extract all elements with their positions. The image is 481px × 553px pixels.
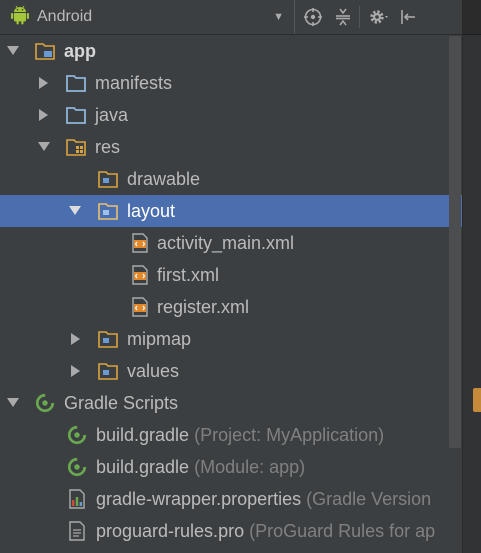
tree-item-hint: (ProGuard Rules for ap [249,520,436,541]
folder-icon [98,329,118,349]
tree-item-build-gradle-module[interactable]: build.gradle (Module: app) [0,451,462,483]
chevron-down-icon: ▼ [273,11,284,23]
locate-icon[interactable] [295,0,331,34]
tree-item-label: activity_main.xml [157,232,295,253]
tree-item-label: gradle-wrapper.properties [96,488,302,509]
properties-file-icon [67,489,87,509]
collapse-all-icon[interactable] [331,0,355,34]
folder-icon [98,361,118,381]
expanded-arrow-icon[interactable] [6,396,20,410]
text-file-icon [67,521,87,541]
xml-file-icon [130,233,150,253]
toolbar-separator [359,6,360,28]
expanded-arrow-icon[interactable] [37,140,51,154]
tree-item-label: manifests [95,72,173,93]
tree-item-hint: (Gradle Version [306,488,432,509]
tree-item-label: values [127,360,180,381]
tree-item-label: app [64,40,97,61]
android-icon [10,5,30,30]
tree-item-text: proguard-rules.pro (ProGuard Rules for ap [96,521,435,542]
tree-item-label: Gradle Scripts [64,392,179,413]
xml-file-icon [130,297,150,317]
tree-item-label: drawable [127,168,201,189]
folder-icon [66,105,86,125]
tree-item-layout[interactable]: layout [0,195,462,227]
editor-edge [462,0,481,553]
tree-item-label: java [95,104,129,125]
tree-item-manifests[interactable]: manifests [0,67,462,99]
tree-item-hint: (Module: app) [194,456,306,477]
tree-item-label: register.xml [157,296,250,317]
tree-item-label: res [95,136,121,157]
collapsed-arrow-icon[interactable] [69,332,83,346]
tree-item-label: build.gradle [96,456,190,477]
project-view-selector[interactable]: Android ▼ [0,0,295,34]
tree-item-first-xml[interactable]: first.xml [0,259,462,291]
tree-item-activity-main-xml[interactable]: activity_main.xml [0,227,462,259]
expanded-arrow-icon[interactable] [6,44,20,58]
tree-item-values[interactable]: values [0,355,462,387]
tree-item-text: build.gradle (Module: app) [96,457,305,478]
hide-panel-icon[interactable] [396,0,420,34]
tree-item-app[interactable]: app [0,35,462,67]
tree-item-mipmap[interactable]: mipmap [0,323,462,355]
resource-folder-icon [66,137,86,157]
xml-file-icon [130,265,150,285]
tree-item-label: first.xml [157,264,219,285]
folder-icon [98,169,118,189]
module-folder-icon [35,41,55,61]
gradle-icon [67,457,87,477]
tree-item-res[interactable]: res [0,131,462,163]
tree-item-gradle-wrapper-properties[interactable]: gradle-wrapper.properties (Gradle Version [0,483,462,515]
project-view-label: Android [37,8,93,25]
tree-item-gradle-scripts[interactable]: Gradle Scripts [0,387,462,419]
tree-item-label: proguard-rules.pro [96,520,245,541]
collapsed-arrow-icon[interactable] [37,108,51,122]
tree-item-label: layout [127,200,176,221]
gradle-icon [67,425,87,445]
expanded-arrow-icon[interactable] [68,204,82,218]
editor-marker [473,388,481,412]
editor-tab-strip [463,0,481,35]
tree-item-text: build.gradle (Project: MyApplication) [96,425,384,446]
tree-item-label: mipmap [127,328,192,349]
gradle-icon [35,393,55,413]
project-tree: app manifests java res drawable layout a… [0,35,462,547]
vertical-scrollbar[interactable] [449,36,461,448]
folder-icon [98,201,118,221]
project-toolbar: Android ▼ [0,0,462,35]
tree-item-text: gradle-wrapper.properties (Gradle Version [96,489,431,510]
tree-item-java[interactable]: java [0,99,462,131]
tree-item-drawable[interactable]: drawable [0,163,462,195]
collapsed-arrow-icon[interactable] [69,364,83,378]
tree-item-label: build.gradle [96,424,190,445]
tree-item-hint: (Project: MyApplication) [194,424,385,445]
tree-item-build-gradle-project[interactable]: build.gradle (Project: MyApplication) [0,419,462,451]
folder-icon [66,73,86,93]
tree-item-proguard-rules[interactable]: proguard-rules.pro (ProGuard Rules for ap [0,515,462,547]
collapsed-arrow-icon[interactable] [37,76,51,90]
gear-icon[interactable] [364,0,396,34]
tree-item-register-xml[interactable]: register.xml [0,291,462,323]
